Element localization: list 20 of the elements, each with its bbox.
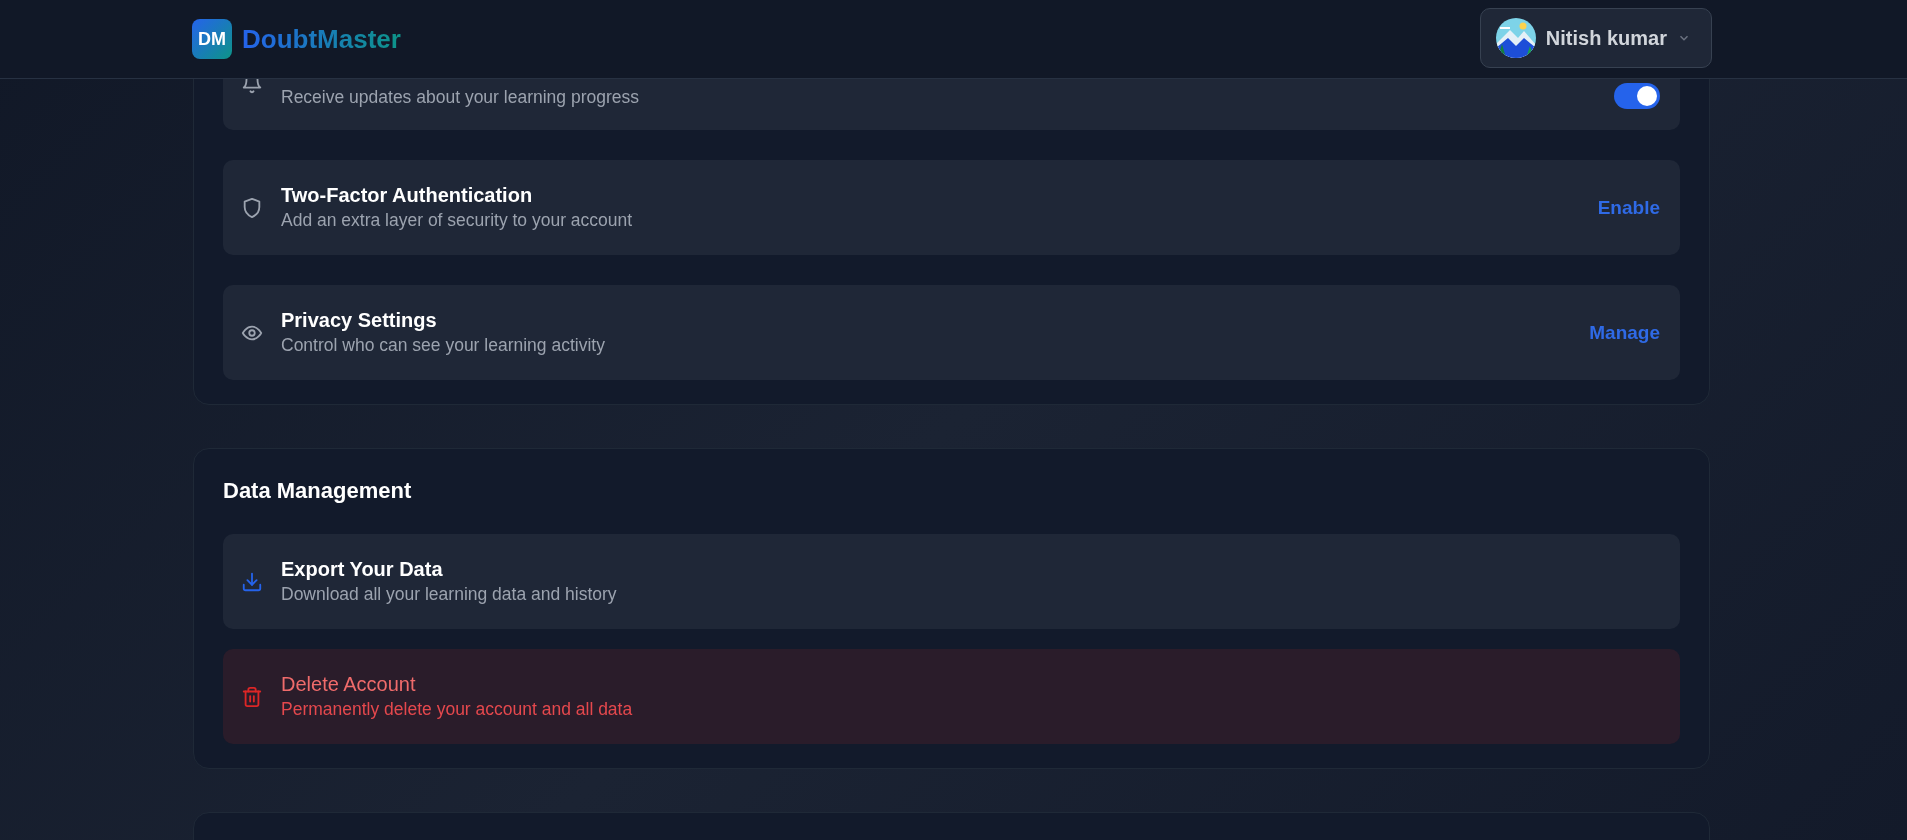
action-link[interactable]: Enable (1597, 196, 1660, 219)
shield-icon (241, 196, 263, 219)
setting-title: Privacy Settings (281, 309, 437, 332)
setting-description: Add an extra layer of security to your account (281, 210, 633, 231)
delete-account-item[interactable]: Delete Account Permanently delete your account and all data (223, 649, 1680, 744)
logo[interactable]: DM (192, 19, 232, 59)
setting-title: Export Your Data (281, 558, 443, 581)
setting-title: Delete Account (281, 673, 416, 696)
trash-icon (241, 685, 263, 708)
setting-description: Receive updates about your learning progress (281, 87, 639, 108)
user-menu-button[interactable]: Nitish kumar (1479, 8, 1712, 68)
toggle-switch[interactable] (1614, 82, 1660, 109)
setting-item[interactable]: Export Your Data Download all your learning data and history (223, 534, 1680, 629)
setting-description: Download all your learning data and history (281, 584, 617, 605)
setting-description: Control who can see your learning activity (281, 335, 605, 356)
download-icon (241, 570, 263, 593)
setting-title: Two-Factor Authentication (281, 184, 533, 207)
setting-description: Permanently delete your account and all data (281, 699, 633, 720)
section-title: Data Management (223, 478, 412, 504)
action-link[interactable]: Manage (1589, 321, 1660, 344)
